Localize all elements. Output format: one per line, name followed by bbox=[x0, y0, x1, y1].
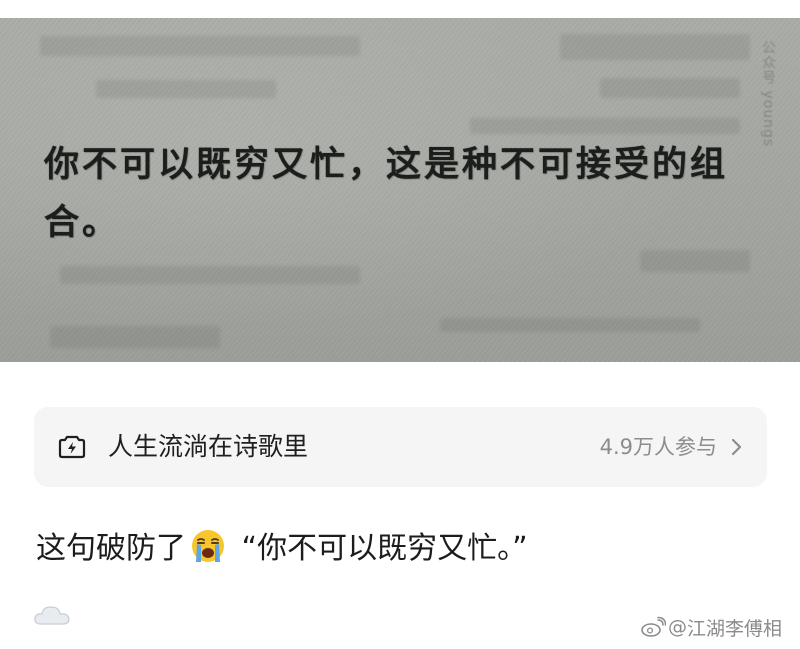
loudly-crying-face-emoji bbox=[192, 530, 224, 562]
watermark-at: @ bbox=[667, 616, 687, 638]
watermark-author: 江湖李傅相 bbox=[686, 617, 782, 640]
cloud-emoji bbox=[34, 606, 70, 625]
book-quote: 你不可以既穷又忙，这是种不可接受的组合。 bbox=[44, 145, 729, 243]
post-text-before: 这句破防了 bbox=[36, 531, 186, 566]
bleed-through-text bbox=[600, 78, 740, 98]
participant-count: 4.9万人参与 bbox=[599, 435, 717, 459]
photo-side-text: 公众号 youngs bbox=[760, 40, 776, 148]
post-image[interactable]: 公众号 youngs 你不可以既穷又忙，这是种不可接受的组合。 bbox=[0, 18, 800, 362]
bleed-through-text bbox=[50, 326, 220, 348]
bleed-through-text bbox=[640, 250, 750, 272]
watermark: @ 江湖李傅相 bbox=[640, 613, 782, 641]
post-text: 这句破防了 “你不可以既穷又忙。” bbox=[36, 524, 528, 574]
topic-card[interactable]: 人生流淌在诗歌里 4.9万人参与 bbox=[34, 407, 767, 487]
lightning-camera-icon bbox=[58, 435, 86, 459]
chevron-right-icon[interactable] bbox=[727, 437, 745, 457]
bleed-through-text bbox=[560, 34, 750, 60]
bleed-through-text bbox=[440, 318, 700, 332]
bleed-through-text bbox=[60, 266, 360, 284]
post-text-after: “你不可以既穷又忙。” bbox=[232, 531, 528, 566]
weibo-logo bbox=[641, 616, 666, 637]
topic-title: 人生流淌在诗歌里 bbox=[108, 432, 309, 461]
bleed-through-text bbox=[470, 118, 740, 134]
bleed-through-text bbox=[96, 80, 276, 98]
bleed-through-text bbox=[40, 36, 360, 56]
post-page: 公众号 youngs 你不可以既穷又忙，这是种不可接受的组合。 人生流淌在诗歌里… bbox=[0, 0, 800, 649]
